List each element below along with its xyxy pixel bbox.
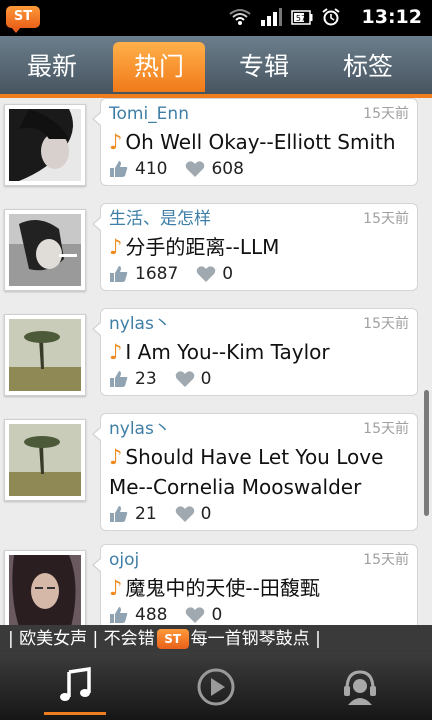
svg-text:57: 57 xyxy=(296,14,306,23)
tab-albums[interactable]: 专辑 xyxy=(218,44,310,90)
music-note-icon xyxy=(60,666,91,701)
now-playing-ticker[interactable]: | 欧美女声 | 不会错 ST 每一首钢琴鼓点 | xyxy=(0,625,432,653)
thumbs-up-icon[interactable] xyxy=(109,370,129,388)
thumbs-up-icon[interactable] xyxy=(109,606,129,624)
thumbs-up-icon[interactable] xyxy=(109,265,129,283)
app-logo: ST xyxy=(6,6,40,33)
ticker-text: | 欧美女声 | 不会错 xyxy=(8,629,155,649)
list-item[interactable]: nylas丶 15天前 ♪ I Am You--Kim Taylor 23 0 xyxy=(0,308,432,414)
post-list[interactable]: Tomi_Enn 15天前 ♪ Oh Well Okay--Elliott Smi… xyxy=(0,98,432,625)
fav-count: 0 xyxy=(222,264,234,284)
avatar[interactable] xyxy=(4,419,86,501)
post-card[interactable]: nylas丶 15天前 ♪ I Am You--Kim Taylor 23 0 xyxy=(92,308,418,396)
tab-tags[interactable]: 标签 xyxy=(322,44,414,90)
tab-bar: 最新 热门 专辑 标签 xyxy=(0,36,432,96)
ticker-logo: ST xyxy=(156,629,189,649)
fav-count: 0 xyxy=(200,369,212,389)
headphones-user-icon xyxy=(344,670,376,705)
post-card[interactable]: 生活、是怎样 15天前 ♪ 分手的距离--LLM 1687 0 xyxy=(92,203,418,291)
tab-latest[interactable]: 最新 xyxy=(6,44,98,90)
post-card[interactable]: ojoj 15天前 ♪ 魔鬼中的天使--田馥甄 488 0 xyxy=(92,544,418,625)
music-note-icon: ♪ xyxy=(109,445,123,469)
heart-icon[interactable] xyxy=(175,505,195,523)
status-bar: ST 57 13:12 xyxy=(0,0,432,36)
clock: 13:12 xyxy=(361,6,422,28)
avatar[interactable] xyxy=(4,314,86,396)
post-card[interactable]: nylas丶 15天前 ♪ Should Have Let You Love Me-… xyxy=(92,413,418,531)
fav-count: 0 xyxy=(200,504,212,524)
thumbs-up-icon[interactable] xyxy=(109,160,129,178)
heart-icon[interactable] xyxy=(185,606,205,624)
heart-icon[interactable] xyxy=(196,265,216,283)
avatar[interactable] xyxy=(4,209,86,291)
post-time: 15天前 xyxy=(363,552,409,568)
signal-icon xyxy=(261,8,282,26)
music-note-icon: ♪ xyxy=(109,130,123,154)
play-icon xyxy=(197,668,235,706)
thumbs-up-icon[interactable] xyxy=(109,505,129,523)
music-note-icon: ♪ xyxy=(109,235,123,259)
heart-icon[interactable] xyxy=(175,370,195,388)
post-time: 15天前 xyxy=(363,211,409,227)
list-item[interactable]: ojoj 15天前 ♪ 魔鬼中的天使--田馥甄 488 0 xyxy=(0,544,432,625)
fav-count: 0 xyxy=(211,605,223,625)
alarm-icon xyxy=(322,8,340,26)
list-item[interactable]: 生活、是怎样 15天前 ♪ 分手的距离--LLM 1687 0 xyxy=(0,203,432,309)
bottom-nav xyxy=(0,653,432,720)
heart-icon[interactable] xyxy=(185,160,205,178)
list-item[interactable]: nylas丶 15天前 ♪ Should Have Let You Love Me-… xyxy=(0,413,432,533)
wifi-icon xyxy=(229,9,251,25)
like-count: 410 xyxy=(135,159,168,179)
nav-music-button[interactable] xyxy=(40,653,110,720)
song-title[interactable]: I Am You--Kim Taylor xyxy=(125,340,329,364)
avatar[interactable] xyxy=(4,104,86,186)
avatar[interactable] xyxy=(4,550,86,625)
fav-count: 608 xyxy=(211,159,244,179)
song-title[interactable]: Oh Well Okay--Elliott Smith xyxy=(125,130,395,154)
post-card[interactable]: Tomi_Enn 15天前 ♪ Oh Well Okay--Elliott Smi… xyxy=(92,98,418,186)
like-count: 21 xyxy=(135,504,157,524)
like-count: 1687 xyxy=(135,264,179,284)
song-title[interactable]: Should Have Let You Love xyxy=(125,445,383,469)
song-title-cont[interactable]: Me--Cornelia Mooswalder xyxy=(109,475,361,499)
tab-hot[interactable]: 热门 xyxy=(113,42,205,92)
music-note-icon: ♪ xyxy=(109,340,123,364)
music-note-icon: ♪ xyxy=(109,576,123,600)
nav-profile-button[interactable] xyxy=(325,653,395,720)
post-time: 15天前 xyxy=(363,106,409,122)
song-title[interactable]: 魔鬼中的天使--田馥甄 xyxy=(125,576,319,600)
nav-active-indicator xyxy=(44,712,106,715)
song-title[interactable]: 分手的距离--LLM xyxy=(125,235,279,259)
list-item[interactable]: Tomi_Enn 15天前 ♪ Oh Well Okay--Elliott Smi… xyxy=(0,98,432,204)
battery-icon: 57 xyxy=(291,10,313,25)
post-time: 15天前 xyxy=(363,421,409,437)
scrollbar[interactable] xyxy=(424,390,429,516)
nav-play-button[interactable] xyxy=(181,653,251,720)
like-count: 488 xyxy=(135,605,168,625)
post-time: 15天前 xyxy=(363,316,409,332)
like-count: 23 xyxy=(135,369,157,389)
ticker-text-2: 每一首钢琴鼓点 | xyxy=(190,629,321,649)
